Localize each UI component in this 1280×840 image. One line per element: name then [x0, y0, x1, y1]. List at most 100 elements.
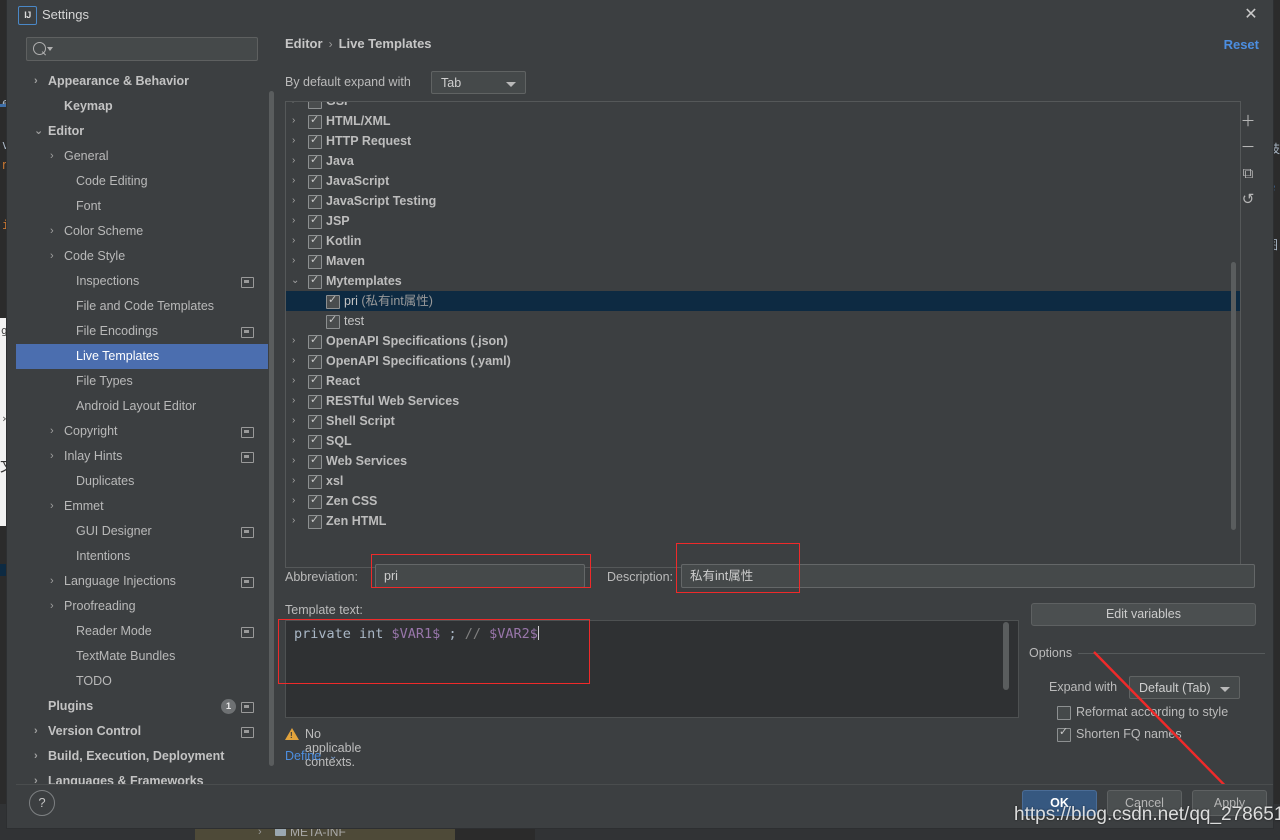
- chevron-right-icon[interactable]: ›: [292, 171, 295, 191]
- chevron-right-icon[interactable]: ›: [292, 451, 295, 471]
- tree-row[interactable]: › SQL: [286, 431, 1240, 451]
- tree-row-checkbox[interactable]: [308, 452, 322, 469]
- sidebar-item-file-types[interactable]: File Types: [16, 369, 268, 394]
- sidebar-item-copyright[interactable]: › Copyright: [16, 419, 268, 444]
- sidebar-item-code-editing[interactable]: Code Editing: [16, 169, 268, 194]
- sidebar-item-build-execution-deployment[interactable]: › Build, Execution, Deployment: [16, 744, 268, 769]
- template-text-editor[interactable]: private int $VAR1$ ; // $VAR2$: [285, 620, 1019, 718]
- tree-row-checkbox[interactable]: [308, 472, 322, 489]
- tree-row[interactable]: › Kotlin: [286, 231, 1240, 251]
- chevron-right-icon[interactable]: ›: [292, 471, 295, 491]
- tree-row-checkbox[interactable]: [308, 512, 322, 529]
- chevron-right-icon[interactable]: ›: [292, 511, 295, 531]
- tree-row-checkbox[interactable]: [308, 392, 322, 409]
- chevron-right-icon[interactable]: ›: [292, 251, 295, 271]
- chevron-right-icon[interactable]: ›: [292, 102, 295, 111]
- tree-row[interactable]: › JavaScript: [286, 171, 1240, 191]
- tree-row-checkbox[interactable]: [308, 232, 322, 249]
- tree-row[interactable]: test: [286, 311, 1240, 331]
- sidebar-list[interactable]: › Appearance & Behavior Keymap ⌄ Editor › Gene…: [16, 69, 268, 799]
- tree-row-checkbox[interactable]: [308, 152, 322, 169]
- sidebar-item-keymap[interactable]: Keymap: [16, 94, 268, 119]
- sidebar-item-proofreading[interactable]: › Proofreading: [16, 594, 268, 619]
- tree-row-checkbox[interactable]: [308, 352, 322, 369]
- chevron-right-icon[interactable]: ›: [292, 351, 295, 371]
- chevron-right-icon[interactable]: ›: [292, 131, 295, 151]
- sidebar-item-font[interactable]: Font: [16, 194, 268, 219]
- sidebar-item-emmet[interactable]: › Emmet: [16, 494, 268, 519]
- chevron-right-icon[interactable]: ›: [50, 144, 54, 169]
- chevron-right-icon[interactable]: ›: [50, 419, 54, 444]
- tree-row[interactable]: › HTTP Request: [286, 131, 1240, 151]
- search-input[interactable]: [26, 37, 258, 61]
- sidebar-scrollbar[interactable]: [269, 91, 274, 766]
- revert-icon[interactable]: ↺: [1235, 186, 1261, 212]
- chevron-right-icon[interactable]: ›: [34, 744, 38, 769]
- sidebar-item-file-encodings[interactable]: File Encodings: [16, 319, 268, 344]
- chevron-right-icon[interactable]: ›: [292, 111, 295, 131]
- chevron-right-icon[interactable]: ›: [50, 244, 54, 269]
- breadcrumb-root[interactable]: Editor: [285, 36, 323, 51]
- chevron-right-icon[interactable]: ›: [50, 444, 54, 469]
- chevron-right-icon[interactable]: ›: [50, 594, 54, 619]
- templates-tree[interactable]: › GSP › HTML/XML › HTTP Request › Java › JavaScri…: [285, 101, 1241, 568]
- sidebar-item-android-layout-editor[interactable]: Android Layout Editor: [16, 394, 268, 419]
- chevron-right-icon[interactable]: ›: [292, 491, 295, 511]
- chevron-right-icon[interactable]: ›: [292, 191, 295, 211]
- template-text-scrollbar[interactable]: [1003, 622, 1009, 690]
- tree-row-checkbox[interactable]: [308, 172, 322, 189]
- tree-row[interactable]: › OpenAPI Specifications (.json): [286, 331, 1240, 351]
- tree-row[interactable]: › Java: [286, 151, 1240, 171]
- sidebar-item-intentions[interactable]: Intentions: [16, 544, 268, 569]
- sidebar-item-code-style[interactable]: › Code Style: [16, 244, 268, 269]
- tree-row-checkbox[interactable]: [308, 492, 322, 509]
- chevron-right-icon[interactable]: ›: [34, 69, 38, 94]
- chevron-right-icon[interactable]: ›: [292, 431, 295, 451]
- chevron-down-icon[interactable]: ⌄: [291, 271, 299, 291]
- chevron-down-icon[interactable]: ⌄: [34, 119, 43, 144]
- chevron-right-icon[interactable]: ›: [34, 719, 38, 744]
- tree-row[interactable]: › JSP: [286, 211, 1240, 231]
- abbreviation-input[interactable]: pri: [375, 564, 585, 588]
- tree-row[interactable]: › JavaScript Testing: [286, 191, 1240, 211]
- edit-variables-button[interactable]: Edit variables: [1031, 603, 1256, 626]
- reformat-checkbox[interactable]: [1057, 706, 1071, 720]
- shorten-fq-checkbox[interactable]: [1057, 724, 1071, 742]
- sidebar-item-todo[interactable]: TODO: [16, 669, 268, 694]
- tree-row-checkbox[interactable]: [308, 332, 322, 349]
- tree-row[interactable]: › OpenAPI Specifications (.yaml): [286, 351, 1240, 371]
- sidebar-item-inlay-hints[interactable]: › Inlay Hints: [16, 444, 268, 469]
- minus-icon[interactable]: －: [1235, 134, 1261, 160]
- sidebar-item-gui-designer[interactable]: GUI Designer: [16, 519, 268, 544]
- tree-row-checkbox[interactable]: [308, 272, 322, 289]
- chevron-right-icon[interactable]: ›: [292, 151, 295, 171]
- templates-tree-scrollbar[interactable]: [1231, 262, 1236, 530]
- tree-row-checkbox[interactable]: [326, 312, 340, 329]
- sidebar-item-editor[interactable]: ⌄ Editor: [16, 119, 268, 144]
- chevron-right-icon[interactable]: ›: [50, 569, 54, 594]
- chevron-right-icon[interactable]: ›: [292, 411, 295, 431]
- sidebar-item-duplicates[interactable]: Duplicates: [16, 469, 268, 494]
- expand-with-combo[interactable]: Default (Tab): [1129, 676, 1240, 699]
- sidebar-item-appearance-behavior[interactable]: › Appearance & Behavior: [16, 69, 268, 94]
- tree-row[interactable]: › Maven: [286, 251, 1240, 271]
- sidebar-item-language-injections[interactable]: › Language Injections: [16, 569, 268, 594]
- tree-row[interactable]: › GSP: [286, 102, 1240, 111]
- sidebar-item-file-and-code-templates[interactable]: File and Code Templates: [16, 294, 268, 319]
- tree-row[interactable]: › Shell Script: [286, 411, 1240, 431]
- chevron-right-icon[interactable]: ›: [292, 211, 295, 231]
- tree-row-checkbox[interactable]: [308, 432, 322, 449]
- plus-icon[interactable]: ＋: [1235, 108, 1261, 134]
- tree-row[interactable]: › Web Services: [286, 451, 1240, 471]
- chevron-down-icon[interactable]: ⌄: [329, 751, 337, 762]
- tree-row-checkbox[interactable]: [308, 212, 322, 229]
- chevron-right-icon[interactable]: ›: [50, 219, 54, 244]
- tree-row[interactable]: › React: [286, 371, 1240, 391]
- description-input[interactable]: 私有int属性: [681, 564, 1255, 588]
- sidebar-item-textmate-bundles[interactable]: TextMate Bundles: [16, 644, 268, 669]
- chevron-right-icon[interactable]: ›: [292, 391, 295, 411]
- tree-row[interactable]: pri (私有int属性): [286, 291, 1240, 311]
- sidebar-item-inspections[interactable]: Inspections: [16, 269, 268, 294]
- tree-row-checkbox[interactable]: [308, 372, 322, 389]
- tree-row-checkbox[interactable]: [308, 412, 322, 429]
